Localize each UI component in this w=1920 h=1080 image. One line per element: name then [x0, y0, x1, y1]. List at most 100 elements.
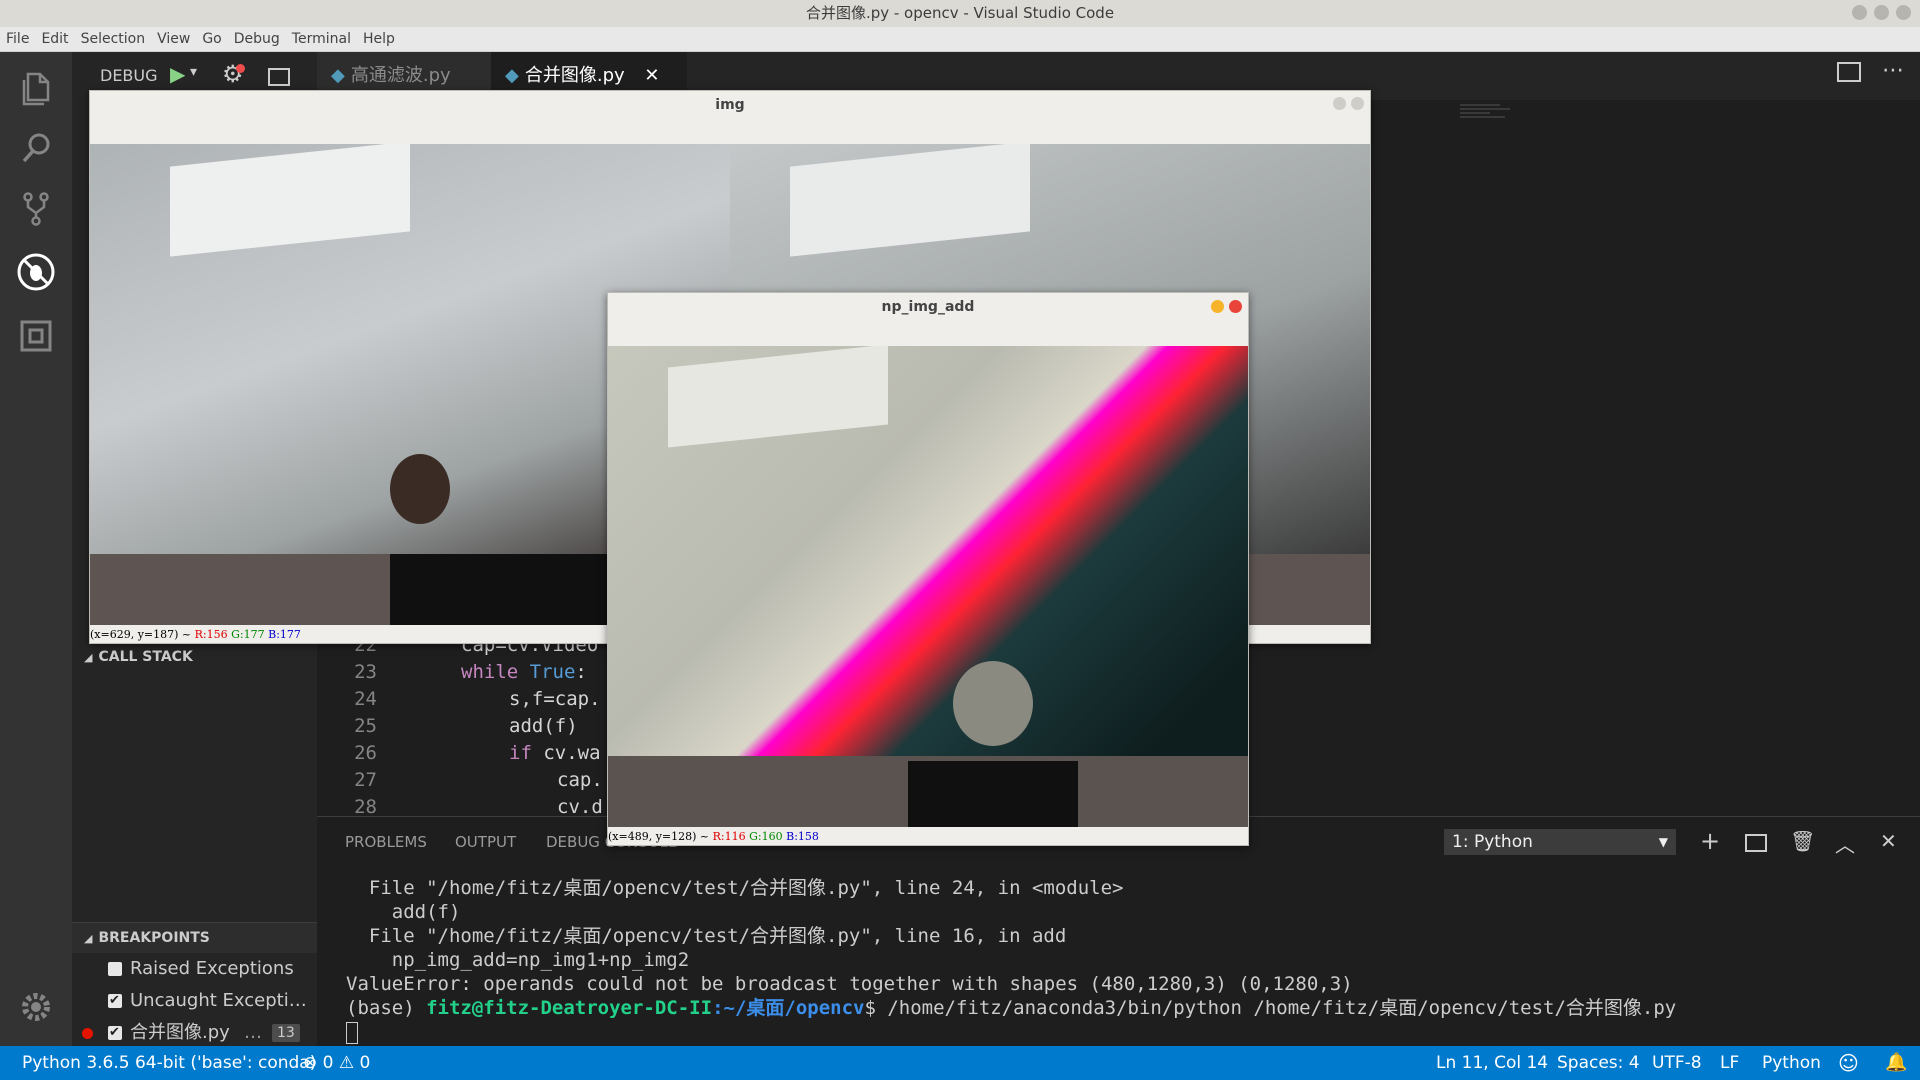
window-titlebar: 合并图像.py - opencv - Visual Studio Code: [0, 0, 1920, 27]
maximize-button[interactable]: [1874, 5, 1889, 20]
checkbox[interactable]: [108, 985, 122, 1017]
source-control-icon[interactable]: [16, 188, 56, 228]
menubar: File Edit Selection View Go Debug Terminal Help: [0, 27, 1920, 52]
search-icon[interactable]: [16, 128, 56, 168]
close-icon[interactable]: ✕: [644, 65, 659, 86]
air-conditioner: [668, 346, 888, 448]
terminal-select[interactable]: 1: Python ▼: [1444, 829, 1676, 855]
camera-frame-sum: [608, 346, 1248, 827]
tab-label: 高通滤波.py: [350, 65, 451, 86]
chevron-up-icon[interactable]: ︿: [1835, 829, 1855, 858]
menu-help[interactable]: Help: [357, 27, 401, 51]
cv-window-title: np_img_add: [881, 299, 975, 315]
extensions-icon[interactable]: [16, 316, 56, 356]
minimap[interactable]: [1460, 102, 1520, 162]
pixel-r: R:116: [712, 830, 746, 843]
code-text: :: [575, 661, 587, 683]
terminal-line: File "/home/fitz/桌面/opencv/test/合并图像.py"…: [346, 925, 1067, 947]
more-actions-icon[interactable]: ⋯: [1882, 58, 1904, 83]
breakpoint-raised-exceptions[interactable]: Raised Exceptions: [72, 953, 317, 985]
chevron-down-icon[interactable]: ▾: [190, 64, 197, 80]
encoding[interactable]: UTF-8: [1652, 1046, 1702, 1080]
tab-problems[interactable]: PROBLEMS: [345, 817, 427, 867]
pixel-r: R:156: [194, 628, 228, 641]
menu-go[interactable]: Go: [196, 27, 227, 51]
window-title: 合并图像.py - opencv - Visual Studio Code: [805, 4, 1115, 22]
breakpoint-line-badge: 13: [272, 1024, 300, 1042]
indentation[interactable]: Spaces: 4: [1557, 1046, 1640, 1080]
close-button[interactable]: [1351, 97, 1364, 110]
call-stack-header[interactable]: ◢ CALL STACK: [72, 642, 317, 672]
line-number: 27: [354, 769, 377, 791]
problems-indicator[interactable]: ⊗ 0 ⚠ 0: [303, 1046, 370, 1080]
eol[interactable]: LF: [1720, 1046, 1739, 1080]
cursor-coords: (x=489, y=128) ~: [608, 830, 713, 843]
debug-icon[interactable]: [16, 252, 56, 292]
keyword: while: [461, 661, 519, 683]
explorer-icon[interactable]: [16, 68, 56, 108]
chevron-down-icon: ▼: [1658, 835, 1668, 849]
split-terminal-icon[interactable]: [1745, 834, 1767, 852]
terminal-line: add(f): [346, 901, 461, 923]
call-stack-title: CALL STACK: [98, 649, 193, 665]
cursor-position[interactable]: Ln 11, Col 14: [1436, 1046, 1548, 1080]
debug-console-icon[interactable]: [268, 68, 290, 86]
laptop: [908, 761, 1078, 827]
menu-file[interactable]: File: [0, 27, 35, 51]
feedback-icon[interactable]: ☺: [1838, 1046, 1859, 1080]
menu-view[interactable]: View: [151, 27, 196, 51]
minimize-button[interactable]: [1211, 300, 1224, 313]
breakpoint-label: Raised Exceptions: [130, 958, 294, 979]
line-number: 26: [354, 742, 377, 764]
cv-window-title: img: [715, 97, 745, 113]
pixel-g: G:160: [749, 830, 783, 843]
start-debug-button[interactable]: ▶: [170, 62, 185, 86]
checkbox[interactable]: [108, 1017, 122, 1049]
terminal-prompt[interactable]: (base) fitz@fitz-Deatroyer-DC-II:~/桌面/op…: [346, 996, 1676, 1020]
minimize-button[interactable]: [1333, 97, 1346, 110]
interpreter-selector[interactable]: Python 3.6.5 64-bit ('base': conda): [22, 1046, 316, 1080]
tab-output[interactable]: OUTPUT: [455, 817, 516, 867]
code-text: cv.wa: [543, 742, 601, 764]
breakpoints-header[interactable]: ◢ BREAKPOINTS: [72, 923, 317, 953]
breakpoints-section: ◢ BREAKPOINTS Raised Exceptions Uncaught …: [72, 922, 317, 1049]
menu-selection[interactable]: Selection: [75, 27, 152, 51]
menu-edit[interactable]: Edit: [35, 27, 74, 51]
trash-icon[interactable]: 🗑: [1790, 829, 1815, 853]
code-line: 23 while True:: [317, 659, 587, 686]
person-head: [390, 454, 450, 524]
warning-icon: ⚠: [338, 1053, 355, 1073]
split-editor-icon[interactable]: [1837, 62, 1861, 82]
menu-debug[interactable]: Debug: [228, 27, 286, 51]
minimize-button[interactable]: [1852, 5, 1867, 20]
error-icon: ⊗: [303, 1053, 318, 1073]
error-count: 0: [322, 1053, 334, 1073]
code-line: 28 cv.d: [317, 794, 603, 816]
checkbox[interactable]: [108, 962, 122, 976]
keyword: if: [509, 742, 532, 764]
breakpoint-uncaught-exceptions[interactable]: Uncaught Excepti…: [72, 985, 317, 1017]
pixel-b: B:177: [268, 628, 301, 641]
language-mode[interactable]: Python: [1762, 1046, 1821, 1080]
python-icon: ◆: [505, 65, 519, 86]
breakpoints-title: BREAKPOINTS: [98, 930, 210, 946]
close-panel-icon[interactable]: ✕: [1880, 829, 1897, 853]
close-button[interactable]: [1896, 5, 1911, 20]
cv-status-bar: (x=489, y=128) ~ R:116 G:160 B:158: [608, 830, 819, 843]
breakpoint-file[interactable]: 合并图像.py … 13: [72, 1017, 317, 1049]
close-button[interactable]: [1229, 300, 1242, 313]
new-terminal-icon[interactable]: +: [1700, 827, 1720, 855]
terminal-line: ValueError: operands could not be broadc…: [346, 973, 1353, 995]
terminal-cursor: [346, 1022, 358, 1044]
breakpoint-label: Uncaught Excepti…: [130, 990, 307, 1011]
debug-label: DEBUG: [100, 66, 158, 85]
gear-icon[interactable]: [16, 987, 56, 1027]
menu-terminal[interactable]: Terminal: [286, 27, 357, 51]
air-conditioner: [170, 144, 410, 257]
prompt-command: $ /home/fitz/anaconda3/bin/python /home/…: [864, 997, 1677, 1019]
code-line: 26 if cv.wa: [317, 740, 601, 767]
cv-window-np-img-add[interactable]: np_img_add (x=489, y=128) ~ R:116 G:160 …: [607, 292, 1249, 846]
warning-count: 0: [359, 1053, 371, 1073]
activity-bar: [0, 52, 72, 1046]
notifications-icon[interactable]: 🔔: [1885, 1046, 1907, 1080]
